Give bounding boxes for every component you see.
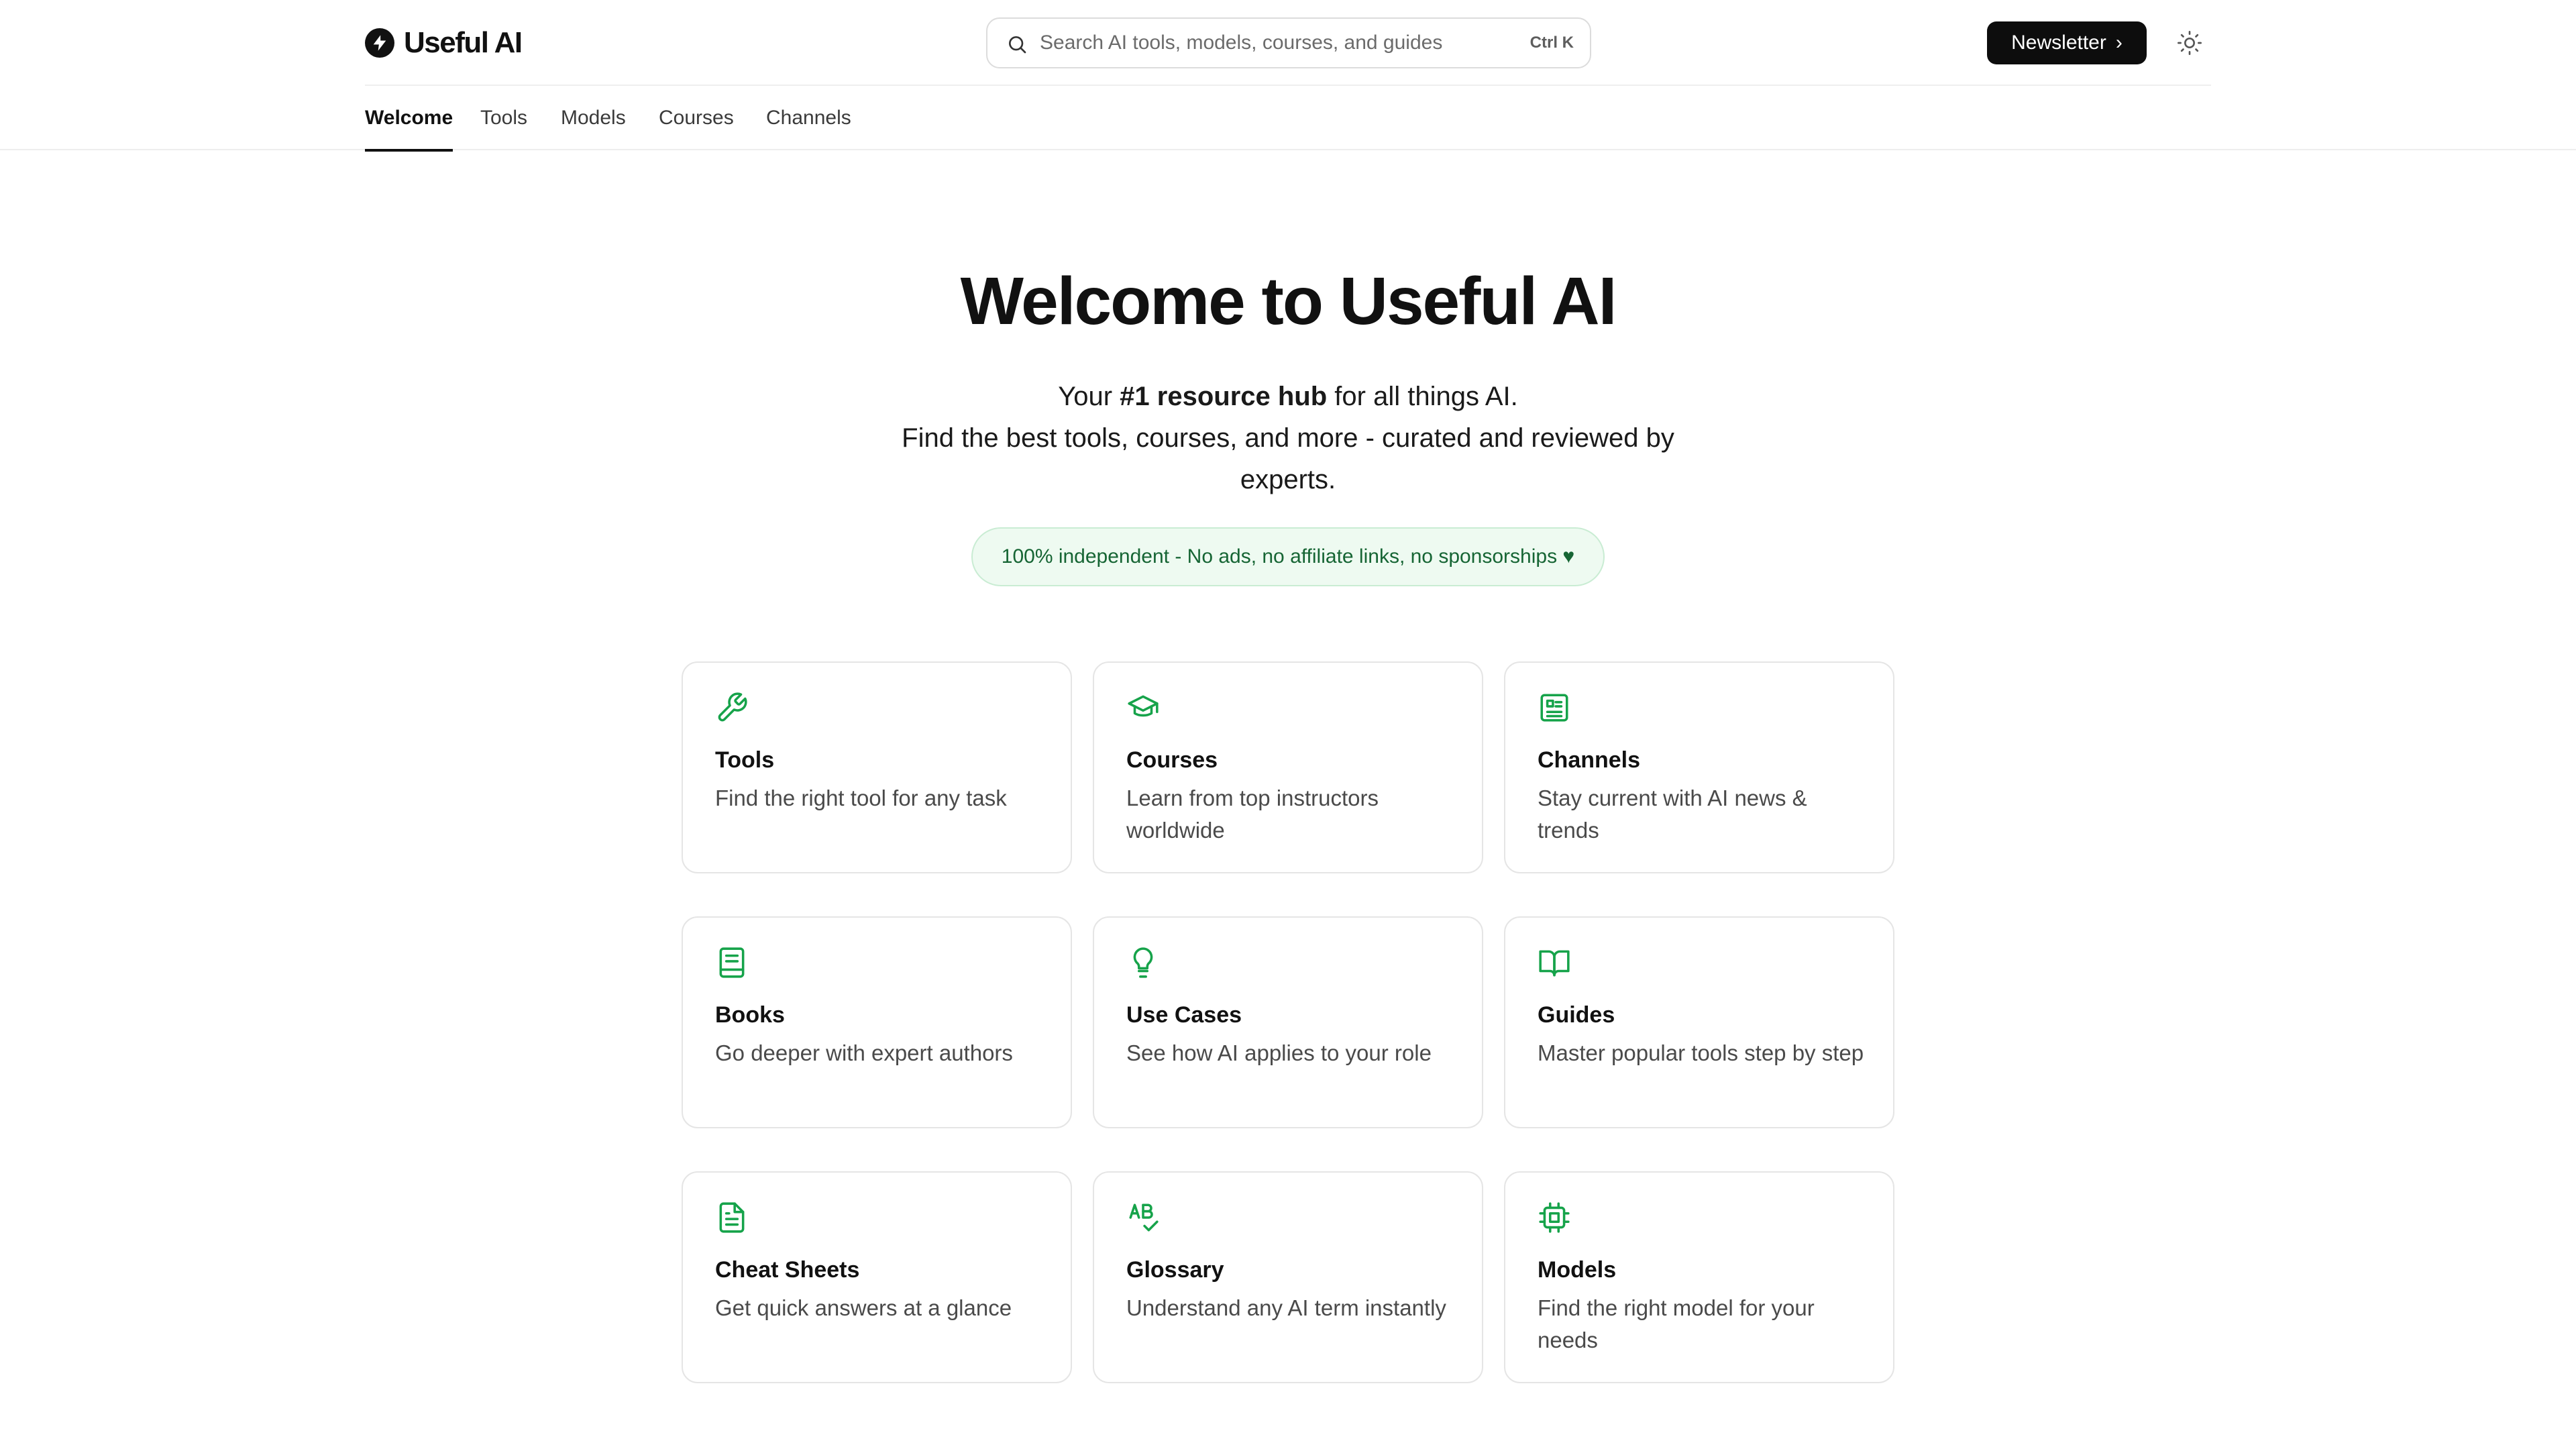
card-title: Glossary [1126,1257,1224,1283]
keyboard-shortcut: Ctrl K [1529,34,1574,52]
card-description: Find the right model for your needs [1538,1295,1815,1352]
nav-tabs: Welcome Tools Models Courses Channels [0,86,2576,152]
book-icon [719,947,745,978]
card-cheat-sheets[interactable]: Cheat Sheets Get quick answers at a glan… [682,1171,1072,1383]
card-description: Understand any AI term instantly [1126,1295,1446,1320]
hero-line-1-prefix: Your [1058,382,1120,411]
category-grid: Tools Find the right tool for any task C… [682,661,1894,1386]
card-description: Stay current with AI news & trends [1538,786,1807,843]
card-models[interactable]: Models Find the right model for your nee… [1504,1171,1894,1383]
top-header: Useful AI Search AI tools, models, cours… [365,0,2211,86]
card-channels[interactable]: Channels Stay current with AI news & tre… [1504,661,1894,873]
card-tools[interactable]: Tools Find the right tool for any task [682,661,1072,873]
page: Useful AI Search AI tools, models, cours… [0,0,2576,1449]
book-open-icon [1539,950,1570,977]
search-input[interactable]: Search AI tools, models, courses, and gu… [986,17,1591,68]
hero-line-1-bold: #1 resource hub [1120,382,1328,411]
tab-welcome[interactable]: Welcome [365,86,453,152]
newsletter-label: Newsletter [2011,32,2106,54]
spell-check-icon [1129,1203,1159,1232]
newspaper-icon [1540,694,1568,722]
hero-line-1-suffix: for all things AI. [1327,382,1518,411]
tab-courses[interactable]: Courses [659,86,734,150]
logo[interactable]: Useful AI [365,24,523,62]
card-use-cases[interactable]: Use Cases See how AI applies to your rol… [1093,916,1483,1128]
search-icon [1009,36,1026,54]
card-description: Get quick answers at a glance [715,1295,1012,1320]
card-title: Books [715,1002,785,1028]
hero-line-1: Your #1 resource hub for all things AI. [859,376,1717,417]
card-title: Use Cases [1126,1002,1242,1028]
graduation-cap-icon [1128,695,1159,717]
card-description: See how AI applies to your role [1126,1040,1432,1065]
card-title: Cheat Sheets [715,1257,860,1283]
file-text-icon [719,1202,745,1233]
tab-models[interactable]: Models [561,86,626,150]
card-glossary[interactable]: Glossary Understand any AI term instantl… [1093,1171,1483,1383]
chevron-right-icon: › [2115,32,2123,54]
card-books[interactable]: Books Go deeper with expert authors [682,916,1072,1128]
tab-tools[interactable]: Tools [480,86,527,150]
newsletter-button[interactable]: Newsletter › [1987,21,2147,64]
search-placeholder: Search AI tools, models, courses, and gu… [1040,32,1443,54]
sun-icon[interactable] [2176,30,2203,56]
card-description: Go deeper with expert authors [715,1040,1013,1065]
card-title: Guides [1538,1002,1615,1028]
card-description: Master popular tools step by step [1538,1040,1864,1065]
cpu-icon [1539,1202,1570,1233]
independence-badge: 100% independent - No ads, no affiliate … [971,527,1605,586]
card-description: Learn from top instructors worldwide [1126,786,1379,843]
wrench-icon [718,692,747,722]
card-courses[interactable]: Courses Learn from top instructors world… [1093,661,1483,873]
card-title: Courses [1126,747,1218,773]
bolt-icon [365,28,394,58]
hero-line-2: Find the best tools, courses, and more -… [902,423,1674,494]
card-title: Channels [1538,747,1641,773]
card-description: Find the right tool for any task [715,786,1007,810]
lightbulb-icon [1133,947,1153,978]
brand-name: Useful AI [404,26,523,59]
page-title: Welcome to Useful AI [960,264,1617,339]
tab-channels[interactable]: Channels [766,86,851,150]
card-title: Tools [715,747,775,773]
card-guides[interactable]: Guides Master popular tools step by step [1504,916,1894,1128]
hero-subtitle: Your #1 resource hub for all things AI. … [859,376,1717,500]
card-title: Models [1538,1257,1617,1283]
